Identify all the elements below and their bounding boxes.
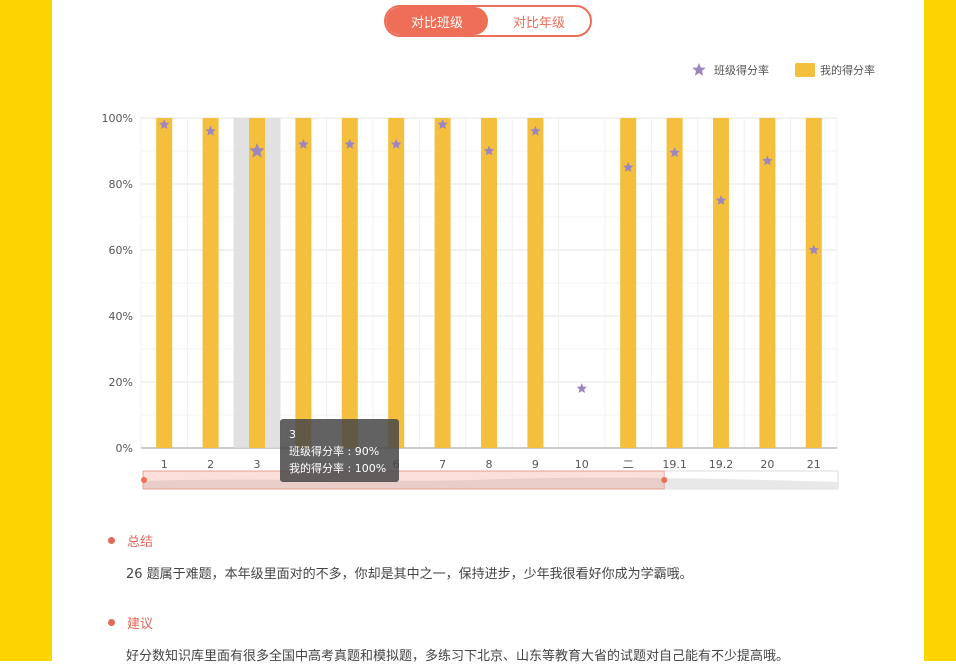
bar-20: [759, 118, 776, 448]
bar-4: [295, 118, 312, 448]
x-tick-label: 7: [439, 458, 446, 471]
y-tick-label: 20%: [109, 376, 133, 389]
x-tick-label: 8: [486, 458, 493, 471]
y-tick-label: 100%: [102, 112, 133, 125]
bar-1: [156, 118, 173, 448]
bar-19.2: [713, 118, 729, 448]
data-zoom-slider[interactable]: [141, 470, 839, 490]
bar-21: [805, 118, 822, 448]
tooltip: 3 班级得分率 : 90% 我的得分率 : 100%: [280, 419, 399, 482]
summary-heading: 总结: [108, 531, 153, 550]
summary-title: 总结: [127, 535, 154, 550]
bar-3: [249, 118, 265, 448]
tooltip-title: 3: [289, 428, 296, 441]
legend-my-rate-label: 我的得分率: [820, 63, 875, 77]
bar-7: [434, 118, 451, 448]
zoom-handle-start: [141, 477, 147, 483]
tooltip-line-mine: 我的得分率 : 100%: [289, 461, 386, 475]
tooltip-line-class: 班级得分率 : 90%: [289, 444, 379, 458]
bars: [156, 118, 822, 448]
zoom-selected-range: [142, 470, 665, 490]
tab-compare-grade[interactable]: 对比年级: [488, 7, 590, 35]
legend: 班级得分率 我的得分率: [692, 63, 875, 77]
y-axis-ticks: 0% 20% 40% 60% 80% 100%: [102, 112, 133, 455]
star-point-10: [576, 383, 587, 393]
bar-8: [481, 118, 497, 448]
zoom-handle-end: [661, 477, 668, 483]
x-tick-label: 二: [623, 458, 634, 471]
y-tick-label: 40%: [109, 310, 133, 323]
x-tick-label: 1: [161, 458, 168, 471]
x-tick-label: 19.1: [662, 458, 687, 471]
y-tick-label: 0%: [116, 442, 133, 455]
legend-star-icon: [692, 63, 706, 76]
advice-text: 好分数知识库里面有很多全国中高考真题和模拟题，多练习下北京、山东等教育大省的试题…: [126, 649, 790, 664]
x-tick-label: 2: [207, 458, 214, 471]
x-tick-label: 9: [532, 458, 539, 471]
summary-text: 26 题属于难题，本年级里面对的不多，你却是其中之一，保持进步，少年我很看好你成…: [126, 567, 693, 582]
tab-compare-class[interactable]: 对比班级: [386, 7, 488, 35]
advice-title: 建议: [127, 617, 154, 632]
x-tick-label: 20: [760, 458, 774, 471]
bar-2: [202, 118, 219, 448]
y-tick-label: 80%: [109, 178, 133, 191]
score-rate-chart: 班级得分率 我的得分率 0%20%40%60%80%100% 123678910…: [102, 63, 875, 490]
summary-bullet: [108, 537, 115, 544]
compare-toggle: 对比班级 对比年级: [384, 5, 592, 37]
y-tick-label: 60%: [109, 244, 133, 257]
bar-9: [527, 118, 544, 448]
advice-heading: 建议: [108, 613, 153, 632]
x-tick-label: 19.2: [709, 458, 734, 471]
x-tick-label: 21: [807, 458, 821, 471]
legend-class-rate-label: 班级得分率: [714, 63, 769, 77]
bar-6: [388, 118, 405, 448]
x-tick-label: 3: [254, 458, 261, 471]
legend-bar-swatch: [795, 63, 815, 77]
x-axis-ticks: 123678910二19.119.22021: [161, 458, 821, 471]
bar-19.1: [666, 118, 683, 448]
bar-5: [341, 118, 358, 448]
x-tick-label: 10: [575, 458, 589, 471]
advice-bullet: [108, 619, 115, 626]
